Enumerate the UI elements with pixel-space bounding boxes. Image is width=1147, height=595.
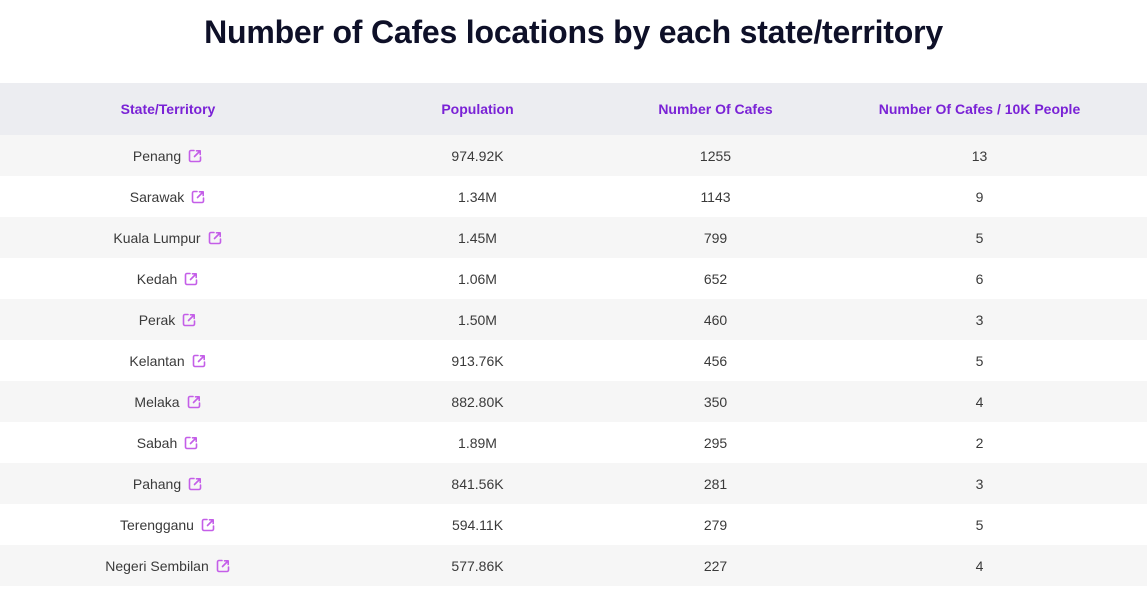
state-name[interactable]: Kelantan bbox=[129, 353, 184, 369]
cell-cafes: 460 bbox=[703, 311, 728, 328]
header-cafes-per-10k[interactable]: Number Of Cafes / 10K People bbox=[812, 83, 1147, 135]
cell-cafes-per-10k: 6 bbox=[975, 270, 984, 287]
cell-cafes: 295 bbox=[703, 434, 728, 451]
state-name[interactable]: Terengganu bbox=[120, 517, 194, 533]
cell-cafes: 456 bbox=[703, 352, 728, 369]
cell-state: Negeri Sembilan bbox=[0, 545, 336, 586]
state-link[interactable]: Terengganu bbox=[120, 517, 216, 533]
table-header-row: State/Territory Population Number Of Caf… bbox=[0, 83, 1147, 135]
cell-cafes: 350 bbox=[703, 393, 728, 410]
external-link-icon[interactable] bbox=[181, 312, 197, 328]
cell-state: Kuala Lumpur bbox=[0, 217, 336, 258]
table-row: Terengganu 594.11K 279 5 bbox=[0, 504, 1147, 545]
state-link[interactable]: Perak bbox=[139, 312, 198, 328]
cell-cafes-per-10k: 5 bbox=[975, 352, 984, 369]
cell-cafes-per-10k: 13 bbox=[971, 147, 988, 164]
cell-state: Terengganu bbox=[0, 504, 336, 545]
cell-population: 1.89M bbox=[458, 434, 497, 451]
state-name[interactable]: Kedah bbox=[137, 271, 177, 287]
header-cafes[interactable]: Number Of Cafes bbox=[619, 83, 812, 135]
cell-population: 974.92K bbox=[451, 147, 504, 164]
state-link[interactable]: Pahang bbox=[133, 476, 203, 492]
cell-state: Sabah bbox=[0, 422, 336, 463]
table-row: Pahang 841.56K 281 3 bbox=[0, 463, 1147, 504]
cell-cafes-per-10k: 9 bbox=[975, 188, 984, 205]
state-name[interactable]: Melaka bbox=[134, 394, 179, 410]
header-population[interactable]: Population bbox=[336, 83, 619, 135]
cell-population: 913.76K bbox=[451, 352, 504, 369]
cell-cafes: 227 bbox=[703, 557, 728, 574]
external-link-icon[interactable] bbox=[191, 353, 207, 369]
cell-state: Kedah bbox=[0, 258, 336, 299]
state-name[interactable]: Perak bbox=[139, 312, 176, 328]
table-row: Kelantan 913.76K 456 5 bbox=[0, 340, 1147, 381]
cell-population: 1.50M bbox=[458, 311, 497, 328]
cell-cafes: 1255 bbox=[699, 147, 732, 164]
state-link[interactable]: Sabah bbox=[137, 435, 199, 451]
state-link[interactable]: Sarawak bbox=[130, 189, 206, 205]
cell-cafes-per-10k: 3 bbox=[975, 311, 984, 328]
cell-cafes-per-10k: 4 bbox=[975, 557, 984, 574]
external-link-icon[interactable] bbox=[200, 517, 216, 533]
state-link[interactable]: Negeri Sembilan bbox=[105, 558, 231, 574]
cell-cafes-per-10k: 2 bbox=[975, 434, 984, 451]
cell-state: Sarawak bbox=[0, 176, 336, 217]
cell-state: Penang bbox=[0, 135, 336, 176]
cell-population: 1.45M bbox=[458, 229, 497, 246]
cell-cafes-per-10k: 4 bbox=[975, 393, 984, 410]
cell-cafes: 281 bbox=[703, 475, 728, 492]
state-name[interactable]: Sabah bbox=[137, 435, 177, 451]
page-title: Number of Cafes locations by each state/… bbox=[204, 14, 943, 50]
cell-cafes: 799 bbox=[703, 229, 728, 246]
table-row: Sabah 1.89M 295 2 bbox=[0, 422, 1147, 463]
cafes-table: State/Territory Population Number Of Caf… bbox=[0, 83, 1147, 586]
cell-population: 1.34M bbox=[458, 188, 497, 205]
external-link-icon[interactable] bbox=[183, 435, 199, 451]
cell-cafes: 652 bbox=[703, 270, 728, 287]
state-name[interactable]: Negeri Sembilan bbox=[105, 558, 209, 574]
table-row: Kuala Lumpur 1.45M 799 5 bbox=[0, 217, 1147, 258]
external-link-icon[interactable] bbox=[187, 148, 203, 164]
state-link[interactable]: Melaka bbox=[134, 394, 201, 410]
table-row: Kedah 1.06M 652 6 bbox=[0, 258, 1147, 299]
table-row: Melaka 882.80K 350 4 bbox=[0, 381, 1147, 422]
cell-state: Perak bbox=[0, 299, 336, 340]
cell-population: 882.80K bbox=[451, 393, 504, 410]
cell-cafes-per-10k: 5 bbox=[975, 516, 984, 533]
state-name[interactable]: Kuala Lumpur bbox=[113, 230, 200, 246]
cell-population: 577.86K bbox=[451, 557, 504, 574]
external-link-icon[interactable] bbox=[215, 558, 231, 574]
external-link-icon[interactable] bbox=[207, 230, 223, 246]
header-state[interactable]: State/Territory bbox=[0, 83, 336, 135]
cell-population: 594.11K bbox=[451, 516, 504, 533]
table-row: Sarawak 1.34M 1143 9 bbox=[0, 176, 1147, 217]
state-link[interactable]: Kuala Lumpur bbox=[113, 230, 222, 246]
external-link-icon[interactable] bbox=[186, 394, 202, 410]
table-row: Penang 974.92K 1255 13 bbox=[0, 135, 1147, 176]
cell-state: Pahang bbox=[0, 463, 336, 504]
external-link-icon[interactable] bbox=[190, 189, 206, 205]
cell-cafes: 1143 bbox=[700, 188, 731, 205]
table-row: Perak 1.50M 460 3 bbox=[0, 299, 1147, 340]
state-link[interactable]: Kedah bbox=[137, 271, 199, 287]
state-link[interactable]: Penang bbox=[133, 148, 203, 164]
state-name[interactable]: Pahang bbox=[133, 476, 181, 492]
external-link-icon[interactable] bbox=[183, 271, 199, 287]
cell-cafes-per-10k: 5 bbox=[975, 229, 984, 246]
table-row: Negeri Sembilan 577.86K 227 4 bbox=[0, 545, 1147, 586]
cell-state: Kelantan bbox=[0, 340, 336, 381]
cell-cafes-per-10k: 3 bbox=[975, 475, 984, 492]
cell-population: 1.06M bbox=[458, 270, 497, 287]
state-name[interactable]: Penang bbox=[133, 148, 181, 164]
state-link[interactable]: Kelantan bbox=[129, 353, 206, 369]
cell-cafes: 279 bbox=[703, 516, 728, 533]
external-link-icon[interactable] bbox=[187, 476, 203, 492]
cell-population: 841.56K bbox=[451, 475, 504, 492]
state-name[interactable]: Sarawak bbox=[130, 189, 184, 205]
cell-state: Melaka bbox=[0, 381, 336, 422]
